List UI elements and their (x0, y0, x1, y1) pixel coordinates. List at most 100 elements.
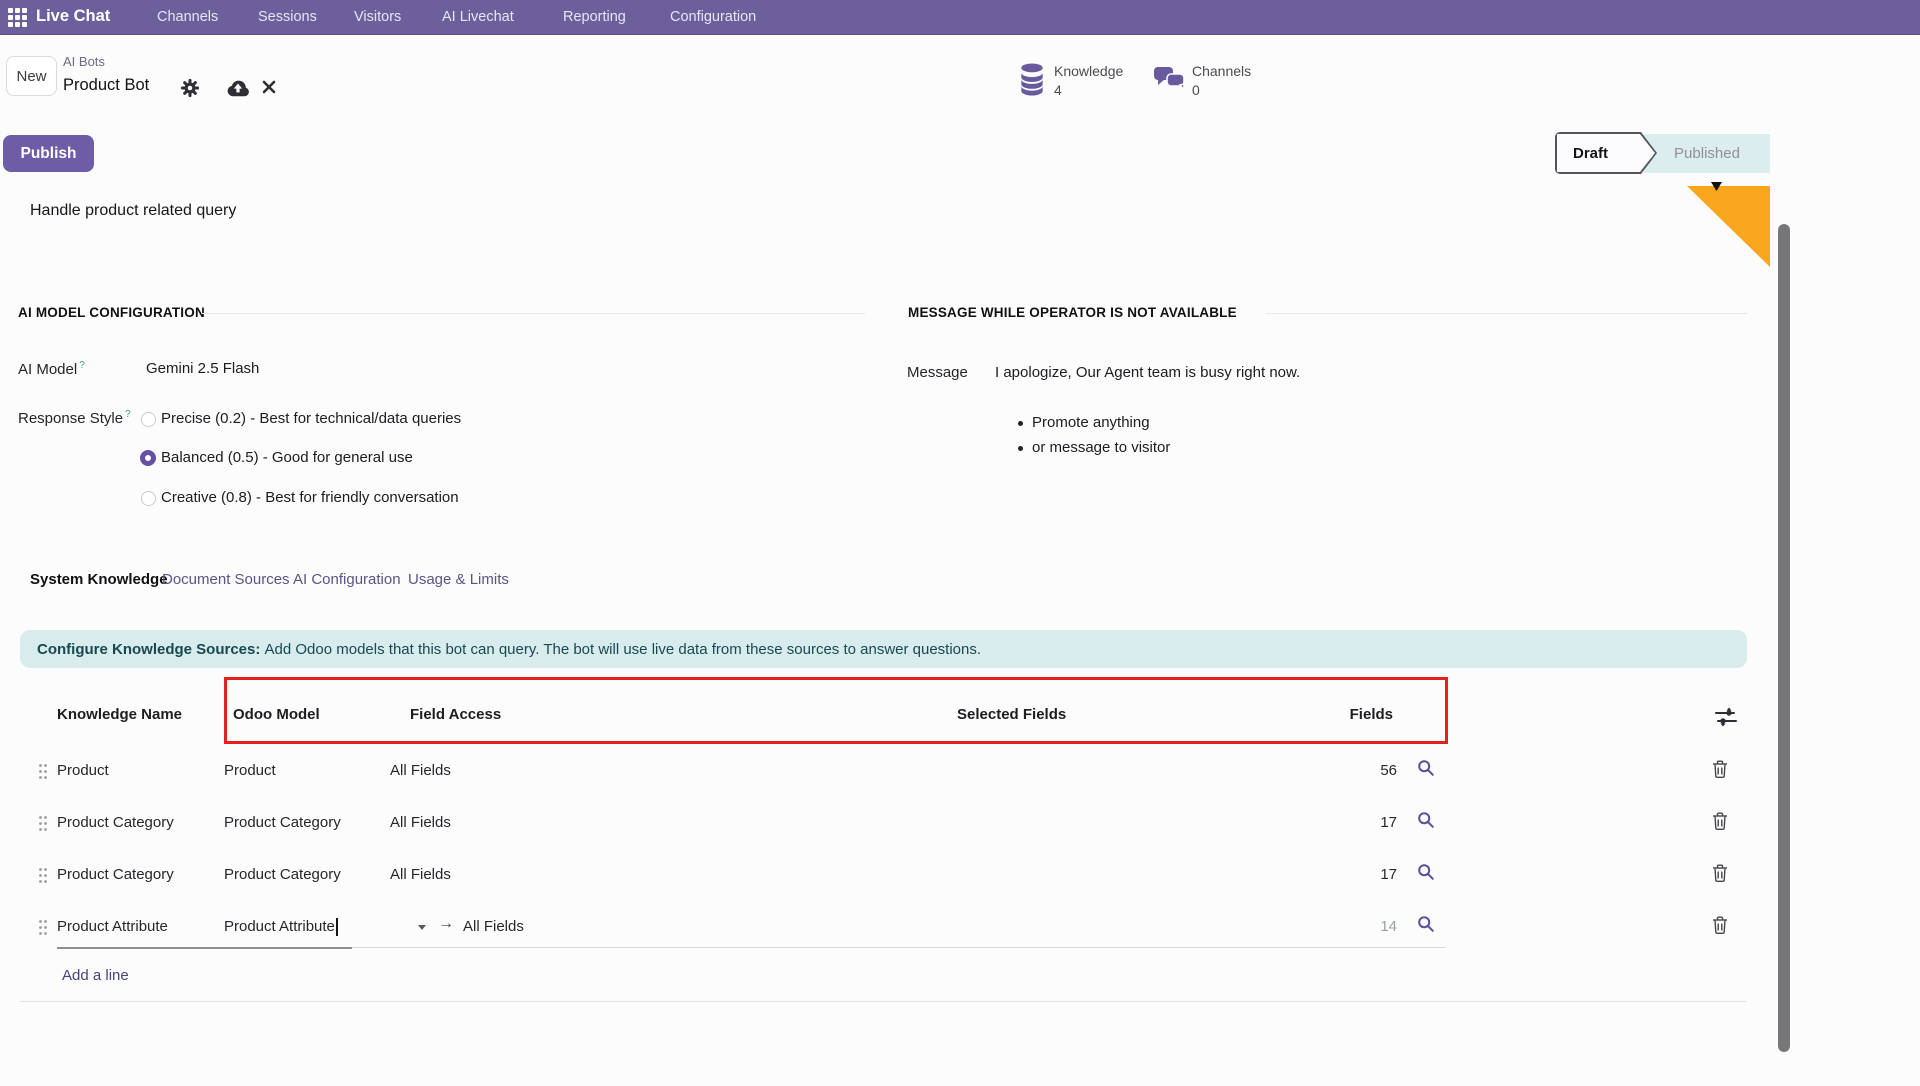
highlight-red-box (224, 677, 1448, 744)
nav-item-configuration[interactable]: Configuration (670, 9, 756, 25)
info-banner-text: Add Odoo models that this bot can query.… (265, 641, 982, 658)
apps-grid-icon[interactable] (8, 8, 27, 27)
drag-handle-icon[interactable] (38, 763, 48, 780)
ai-model-label: AI Model? (18, 360, 85, 378)
search-fields-icon[interactable] (1417, 915, 1435, 933)
section-rule (1266, 313, 1748, 314)
vertical-scrollbar-thumb[interactable] (1778, 224, 1790, 1052)
internal-link-arrow-icon[interactable]: → (438, 915, 454, 933)
text-caret (336, 918, 338, 936)
help-icon[interactable]: ? (79, 360, 85, 371)
status-step-published[interactable]: Published (1644, 134, 1770, 173)
save-cloud-upload-icon[interactable] (226, 78, 250, 97)
tab-ai-configuration[interactable]: AI Configuration (293, 571, 401, 588)
cell-fields-count: 17 (1380, 866, 1397, 883)
table-bottom-divider (20, 1001, 1746, 1002)
settings-gear-icon[interactable] (181, 79, 199, 97)
breadcrumb-current: Product Bot (63, 76, 149, 95)
nav-item-ai-livechat[interactable]: AI Livechat (442, 9, 514, 25)
col-header-fields[interactable]: Fields (1350, 706, 1393, 723)
dropdown-caret-icon[interactable] (418, 925, 426, 930)
knowledge-stat-value: 4 (1054, 82, 1062, 98)
status-step-draft[interactable]: Draft (1555, 132, 1657, 174)
app-name[interactable]: Live Chat (36, 7, 110, 26)
drag-handle-icon[interactable] (38, 919, 48, 936)
cell-fields-count: 17 (1380, 814, 1397, 831)
cell-knowledge-name[interactable]: Product Category (57, 866, 174, 883)
delete-trash-icon[interactable] (1712, 864, 1728, 882)
table-row-editing[interactable]: Product Attribute Product Attribute → Al… (0, 901, 1920, 953)
radio-creative-label[interactable]: Creative (0.8) - Best for friendly conve… (161, 489, 459, 506)
delete-trash-icon[interactable] (1712, 760, 1728, 778)
channels-stat-label: Channels (1192, 63, 1251, 79)
search-fields-icon[interactable] (1417, 863, 1435, 881)
cell-odoo-model[interactable]: Product Category (224, 814, 341, 831)
search-fields-icon[interactable] (1417, 811, 1435, 829)
radio-balanced-label[interactable]: Balanced (0.5) - Good for general use (161, 449, 413, 466)
nav-item-reporting[interactable]: Reporting (563, 9, 626, 25)
delete-trash-icon[interactable] (1712, 916, 1728, 934)
cell-knowledge-name[interactable]: Product Category (57, 814, 174, 831)
cell-odoo-model[interactable]: Product (224, 762, 276, 779)
cell-field-access[interactable]: All Fields (390, 814, 451, 831)
tab-system-knowledge[interactable]: System Knowledge (30, 571, 168, 588)
new-button[interactable]: New (6, 56, 57, 96)
cell-field-access[interactable]: All Fields (390, 762, 451, 779)
info-banner-bold: Configure Knowledge Sources: (37, 641, 260, 658)
tab-usage-limits[interactable]: Usage & Limits (408, 571, 509, 588)
cell-odoo-model-input[interactable]: Product Attribute (224, 918, 338, 936)
table-row[interactable]: Product Category Product Category All Fi… (0, 849, 1920, 901)
drag-handle-icon[interactable] (38, 867, 48, 884)
nav-item-visitors[interactable]: Visitors (354, 9, 401, 25)
help-icon[interactable]: ? (125, 409, 131, 420)
delete-trash-icon[interactable] (1712, 812, 1728, 830)
nav-item-sessions[interactable]: Sessions (258, 9, 317, 25)
radio-creative[interactable] (141, 491, 156, 506)
bullet-dot (1018, 421, 1023, 426)
add-a-line-link[interactable]: Add a line (62, 967, 129, 984)
message-bullet-1[interactable]: Promote anything (1032, 414, 1150, 431)
radio-precise-label[interactable]: Precise (0.2) - Best for technical/data … (161, 410, 461, 427)
radio-balanced-selected[interactable] (140, 450, 156, 466)
tab-document-sources[interactable]: Document Sources (162, 571, 290, 588)
ai-model-value[interactable]: Gemini 2.5 Flash (146, 360, 259, 377)
chat-bubbles-icon (1153, 66, 1186, 92)
col-header-selected-fields[interactable]: Selected Fields (957, 706, 1066, 723)
response-style-label-text: Response Style (18, 410, 123, 427)
col-header-knowledge-name[interactable]: Knowledge Name (57, 706, 182, 723)
cell-knowledge-name[interactable]: Product (57, 762, 109, 779)
knowledge-stat-button[interactable]: Knowledge 4 (1019, 62, 1149, 98)
nav-item-channels[interactable]: Channels (157, 9, 218, 25)
table-row[interactable]: Product Category Product Category All Fi… (0, 797, 1920, 849)
cell-fields-count: 56 (1380, 762, 1397, 779)
channels-stat-value: 0 (1192, 82, 1200, 98)
cell-field-access[interactable]: All Fields (463, 918, 524, 935)
input-underline (57, 947, 352, 949)
cell-field-access[interactable]: All Fields (390, 866, 451, 883)
message-bullet-2[interactable]: or message to visitor (1032, 439, 1170, 456)
knowledge-stat-label: Knowledge (1054, 63, 1123, 79)
unsaved-corner-ribbon (1687, 186, 1770, 267)
bullet-dot (1018, 446, 1023, 451)
cell-fields-count: 14 (1380, 918, 1397, 935)
top-navbar: Live Chat Channels Sessions Visitors AI … (0, 0, 1920, 35)
breadcrumb-parent-link[interactable]: AI Bots (63, 54, 105, 69)
radio-precise[interactable] (141, 412, 156, 427)
optional-columns-sliders-icon[interactable] (1713, 706, 1739, 728)
bot-description[interactable]: Handle product related query (30, 202, 236, 220)
drag-handle-icon[interactable] (38, 815, 48, 832)
message-text[interactable]: I apologize, Our Agent team is busy righ… (995, 364, 1300, 381)
cell-odoo-model[interactable]: Product Category (224, 866, 341, 883)
publish-button[interactable]: Publish (3, 135, 94, 172)
message-label: Message (907, 364, 968, 381)
col-header-field-access[interactable]: Field Access (410, 706, 501, 723)
cell-knowledge-name-input[interactable]: Product Attribute (57, 918, 168, 935)
discard-x-icon[interactable] (262, 80, 276, 94)
message-section-title: MESSAGE WHILE OPERATOR IS NOT AVAILABLE (908, 305, 1237, 320)
app-window: Live Chat Channels Sessions Visitors AI … (0, 0, 1920, 1086)
status-draft-label: Draft (1573, 132, 1608, 174)
col-header-odoo-model[interactable]: Odoo Model (233, 706, 320, 723)
table-row[interactable]: Product Product All Fields 56 (0, 745, 1920, 797)
search-fields-icon[interactable] (1417, 759, 1435, 777)
channels-stat-button[interactable]: Channels 0 (1153, 62, 1273, 98)
